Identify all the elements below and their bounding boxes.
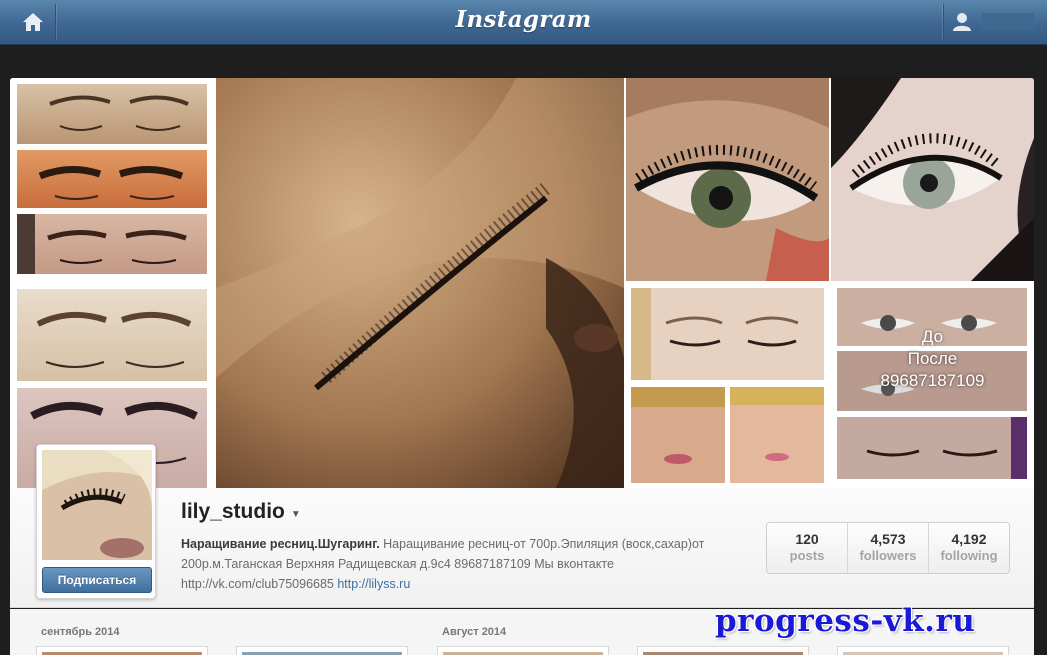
feed-photo-card[interactable] <box>437 646 609 655</box>
after-label: После <box>907 349 958 368</box>
user-menu-button[interactable] <box>943 4 1039 40</box>
stat-followers[interactable]: 4,573 followers <box>847 523 928 573</box>
month-header-august: Август 2014 <box>442 626 507 638</box>
profile-stats: 120 posts 4,573 followers 4,192 followin… <box>766 522 1010 574</box>
stat-followers-value: 4,573 <box>870 531 906 547</box>
stat-following-label: following <box>940 548 998 563</box>
stat-posts-label: posts <box>789 548 825 563</box>
profile-photo-mosaic: До После 89687187109 <box>10 78 1034 488</box>
stat-posts-value: 120 <box>795 531 819 547</box>
bio-headline: Наращивание ресниц.Шугаринг. <box>181 537 380 551</box>
mosaic-photo-brows-collage-1[interactable] <box>10 78 214 282</box>
user-silhouette-icon <box>953 13 971 31</box>
caret-down-icon: ▼ <box>290 508 301 520</box>
feed-photo-card[interactable] <box>837 646 1009 655</box>
mosaic-photo-blonde-collage[interactable] <box>626 283 829 488</box>
stat-followers-label: followers <box>859 548 917 563</box>
stat-following[interactable]: 4,192 following <box>928 523 1009 573</box>
phone-number-overlay: 89687187109 <box>880 371 985 390</box>
user-name-redacted <box>982 13 1034 31</box>
feed-photo-card[interactable] <box>637 646 809 655</box>
watermark-text: progress-vk.ru <box>715 603 976 639</box>
mosaic-photo-green-eye[interactable] <box>626 78 829 281</box>
follow-button[interactable]: Подписаться <box>42 567 152 593</box>
profile-bio: Наращивание ресниц.Шугаринг. Наращивание… <box>181 534 721 594</box>
username-dropdown[interactable]: lily_studio ▼ <box>181 500 301 524</box>
before-label: До <box>921 327 944 346</box>
bio-website-link[interactable]: http://lilyss.ru <box>337 577 410 591</box>
top-navigation-bar: Instagram <box>0 0 1047 45</box>
stat-following-value: 4,192 <box>951 531 987 547</box>
instagram-logo[interactable]: Instagram <box>0 6 1047 33</box>
avatar[interactable] <box>42 450 152 560</box>
feed-photo-card[interactable] <box>36 646 208 655</box>
mosaic-photo-eyelash-closeup[interactable] <box>216 78 624 488</box>
mosaic-photo-before-after[interactable]: До После 89687187109 <box>831 283 1034 488</box>
mosaic-photo-grey-eye[interactable] <box>831 78 1034 281</box>
avatar-card: Подписаться <box>36 444 156 599</box>
username: lily_studio <box>181 500 285 523</box>
stat-posts[interactable]: 120 posts <box>767 523 847 573</box>
feed-photo-card[interactable] <box>236 646 408 655</box>
profile-header: Подписаться lily_studio ▼ Наращивание ре… <box>10 444 1034 608</box>
month-header-september: сентябрь 2014 <box>41 626 120 638</box>
